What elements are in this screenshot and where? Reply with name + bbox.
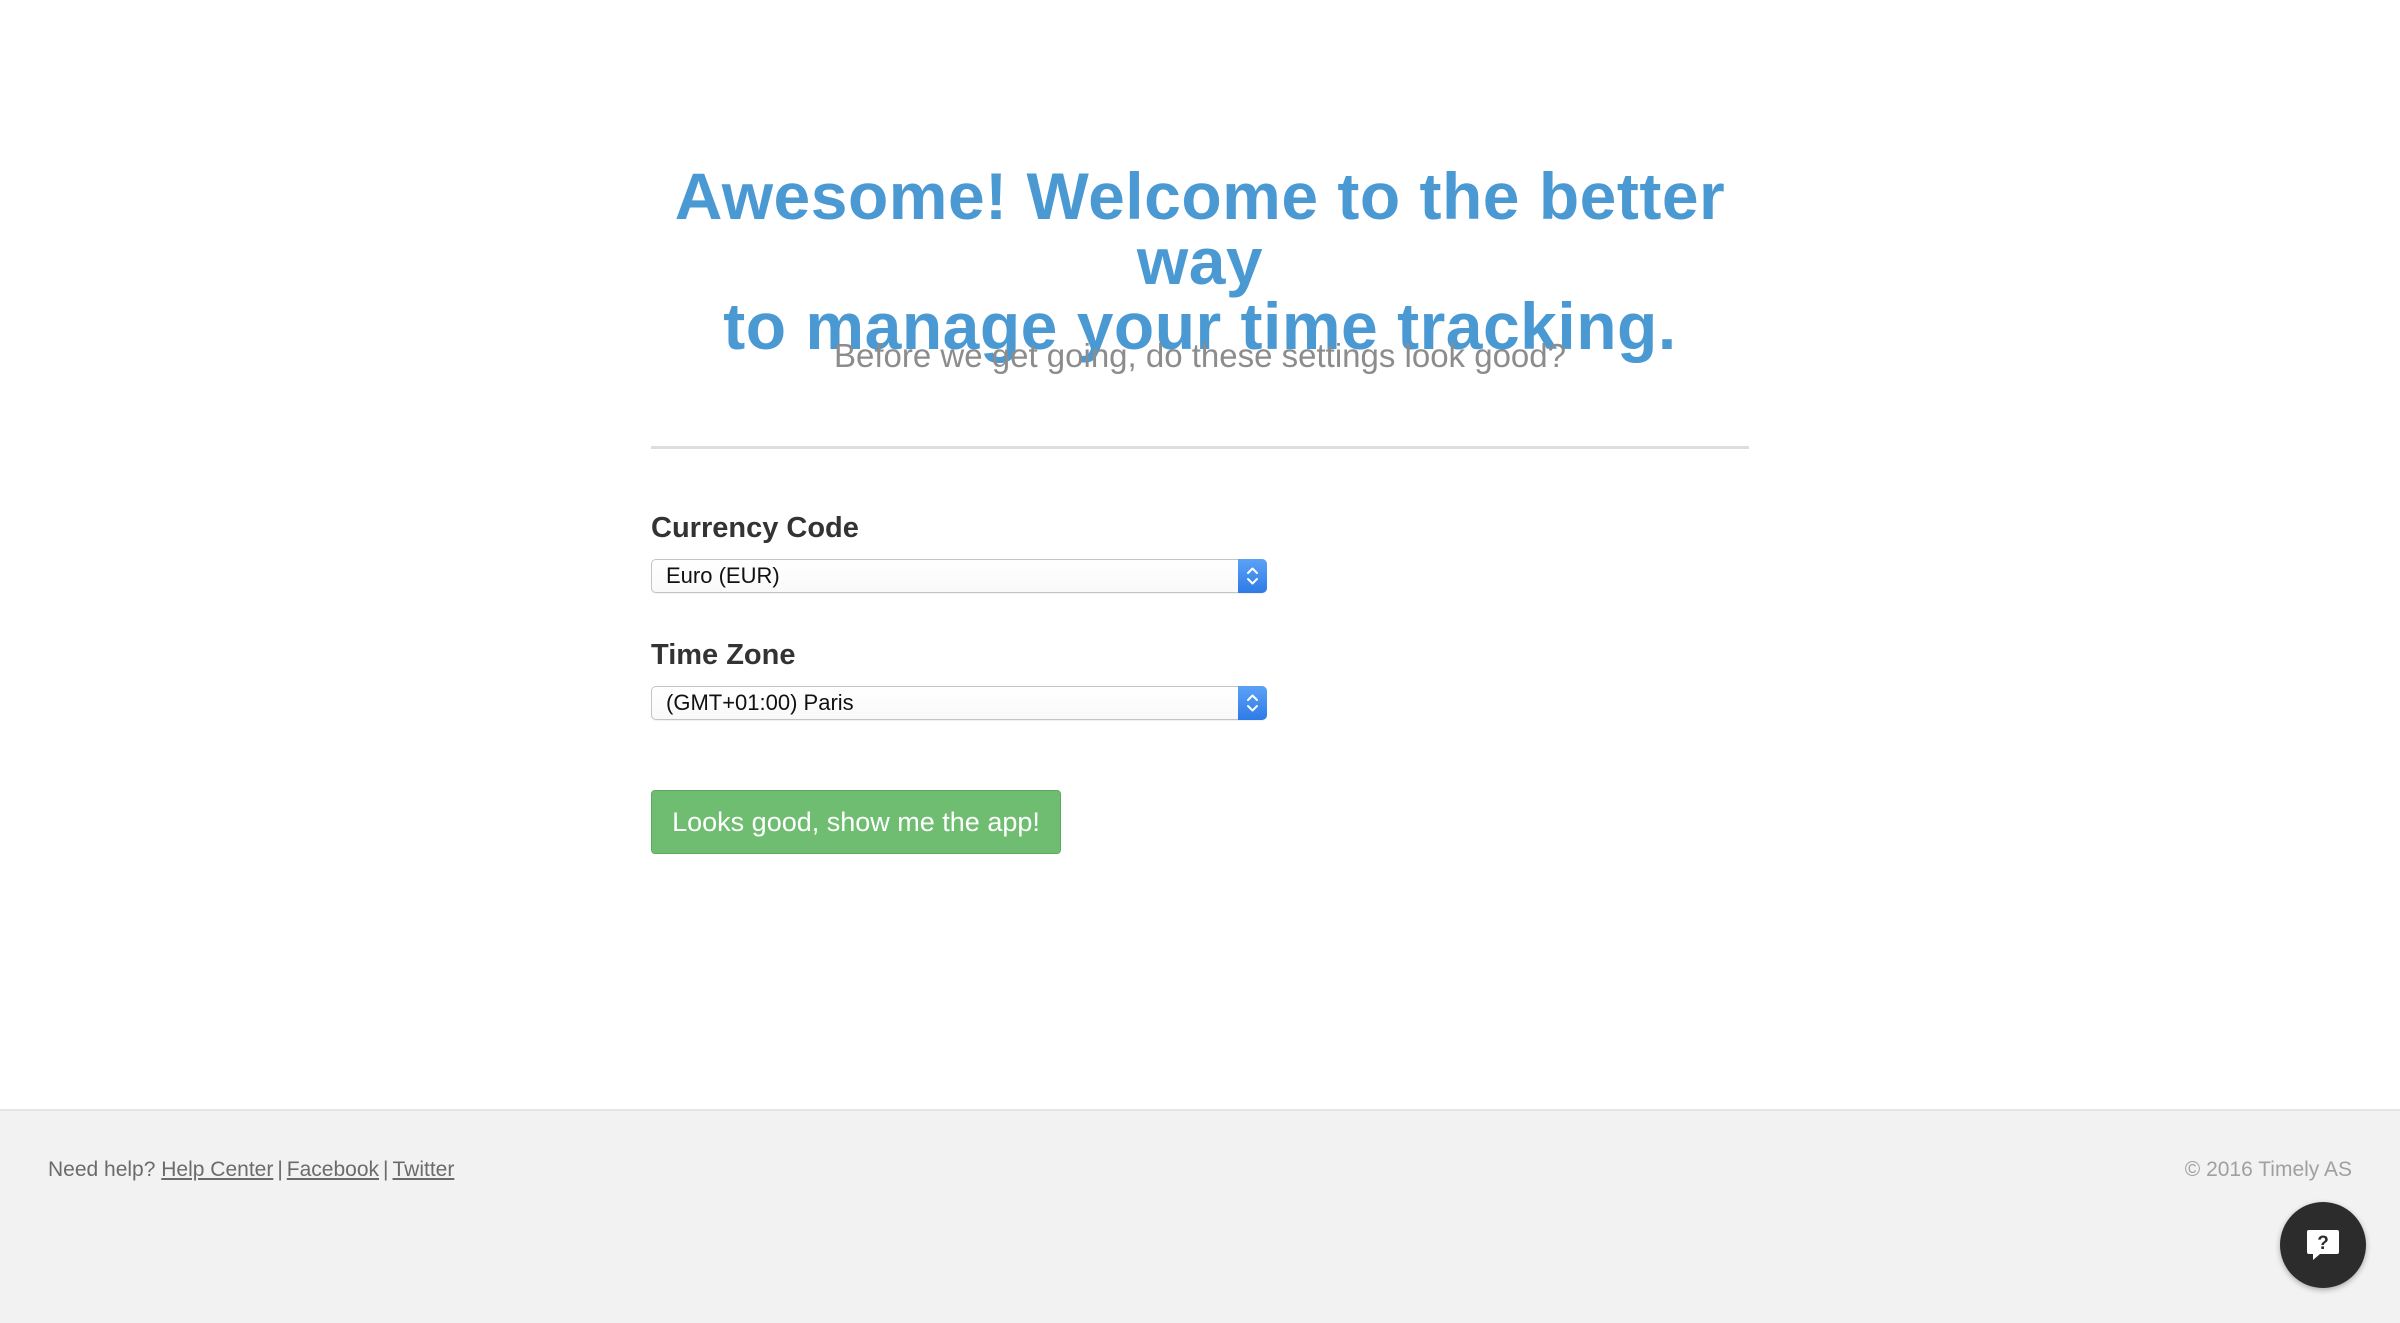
need-help-label: Need help? [48,1158,156,1181]
currency-label: Currency Code [651,512,859,544]
twitter-link[interactable]: Twitter [393,1158,455,1181]
facebook-link[interactable]: Facebook [287,1158,379,1181]
footer-separator: | [277,1158,283,1181]
timezone-label: Time Zone [651,639,796,671]
timezone-select[interactable]: (GMT+01:00) Paris [651,686,1267,720]
help-chat-button[interactable]: ? [2280,1202,2366,1288]
timezone-select-value: (GMT+01:00) Paris [666,690,854,715]
footer-separator: | [383,1158,389,1181]
page: Awesome! Welcome to the better way to ma… [0,0,2400,1323]
currency-select[interactable]: Euro (EUR) [651,559,1267,593]
footer-help: Need help? Help Center | Facebook | Twitter [48,1155,454,1185]
page-title: Awesome! Welcome to the better way to ma… [651,163,1749,359]
footer: Need help? Help Center | Facebook | Twitter … [0,1109,2400,1323]
question-chat-icon: ? [2307,1230,2339,1260]
select-arrows-icon [1238,559,1267,593]
select-arrows-icon [1238,686,1267,720]
currency-select-value: Euro (EUR) [666,563,780,588]
looks-good-button[interactable]: Looks good, show me the app! [651,790,1061,854]
help-center-link[interactable]: Help Center [161,1158,273,1181]
page-title-line-1: Awesome! Welcome to the better way [674,159,1726,298]
divider [651,446,1749,449]
copyright: © 2016 Timely AS [2184,1158,2352,1181]
svg-text:?: ? [2317,1233,2329,1254]
page-subtitle: Before we get going, do these settings l… [833,337,1566,374]
